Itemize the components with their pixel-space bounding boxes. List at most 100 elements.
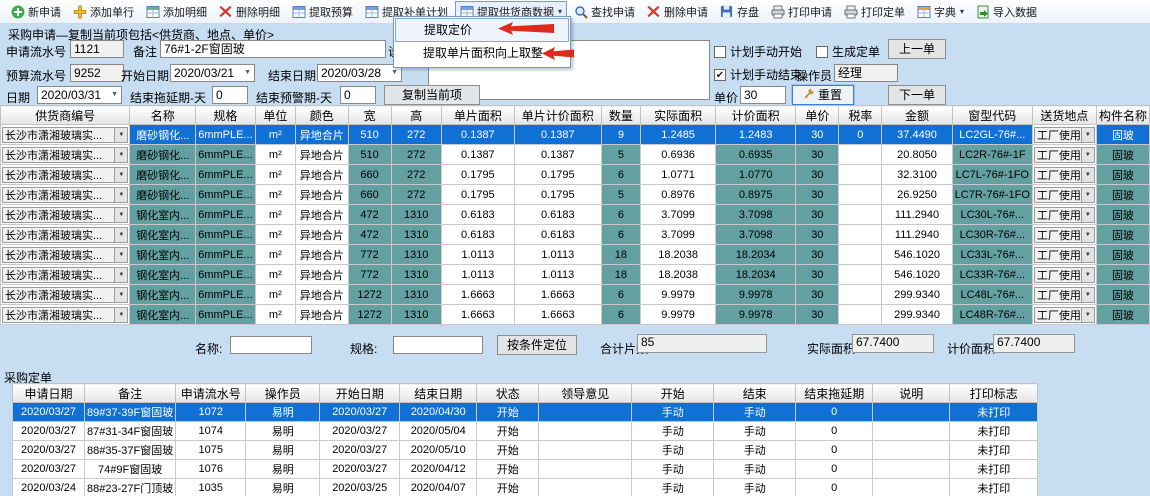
cell[interactable]: m² (255, 225, 295, 245)
cell[interactable]: 87#31-34F窗固玻 (85, 422, 176, 441)
cell[interactable] (839, 165, 882, 185)
cell[interactable]: 5 (601, 185, 641, 205)
reset-button[interactable]: 重置 (792, 85, 854, 105)
cell[interactable]: 长沙市潇湘玻璃实...▼ (1, 305, 130, 325)
cell[interactable]: 2020/03/27 (320, 441, 400, 460)
chevron-down-icon[interactable]: ▼ (114, 248, 127, 262)
end-date-select[interactable]: 2020/03/28▼ (317, 64, 402, 82)
column-header[interactable]: 规格 (196, 106, 255, 125)
column-header[interactable]: 金额 (882, 106, 952, 125)
cell[interactable]: 开始 (477, 422, 539, 441)
note-field[interactable]: 76#1-2F窗固玻 (160, 40, 386, 58)
cell[interactable]: 2020/04/30 (400, 403, 477, 422)
manual-start-checkbox[interactable]: 计划手动开始 (714, 43, 802, 60)
cell[interactable]: 3.7098 (716, 225, 796, 245)
cell[interactable]: 易明 (246, 460, 320, 479)
cell[interactable]: 6mmPLE... (196, 265, 255, 285)
chevron-down-icon[interactable]: ▼ (1081, 268, 1094, 282)
cell[interactable]: 0.1387 (441, 125, 514, 145)
delete-request-button[interactable]: 删除申请 (642, 1, 713, 23)
cell[interactable]: 异地合片 (296, 305, 349, 325)
table-row[interactable]: 长沙市潇湘玻璃实...▼钢化室内...6mmPLE...m²异地合片772131… (1, 245, 1150, 265)
cell[interactable]: 异地合片 (296, 125, 349, 145)
cell[interactable]: 长沙市潇湘玻璃实...▼ (1, 185, 130, 205)
cell[interactable]: 异地合片 (296, 245, 349, 265)
cell[interactable]: 6mmPLE... (196, 285, 255, 305)
cell[interactable]: 手动 (714, 403, 796, 422)
cell[interactable]: 88#23-27F门顶玻 (85, 479, 176, 496)
cell[interactable]: 手动 (714, 422, 796, 441)
column-header[interactable]: 名称 (130, 106, 196, 125)
cell[interactable]: 1310 (391, 305, 441, 325)
cell[interactable]: 18.2038 (641, 265, 716, 285)
cell[interactable]: 9.9978 (716, 305, 796, 325)
cell[interactable]: 0.1387 (441, 145, 514, 165)
cell[interactable]: 1272 (348, 305, 391, 325)
cell[interactable]: 工厂使用▼ (1032, 125, 1096, 145)
cell[interactable]: 异地合片 (296, 225, 349, 245)
cell[interactable] (873, 422, 950, 441)
cell[interactable]: 0.8976 (641, 185, 716, 205)
table-row[interactable]: 2020/03/2774#9F窗固玻1076易明2020/03/272020/0… (13, 460, 1038, 479)
chevron-down-icon[interactable]: ▼ (1081, 128, 1094, 142)
cell[interactable]: 长沙市潇湘玻璃实...▼ (1, 285, 130, 305)
cell[interactable]: 长沙市潇湘玻璃实...▼ (1, 205, 130, 225)
cell[interactable]: 299.9340 (882, 305, 952, 325)
cell[interactable]: 手动 (714, 460, 796, 479)
chevron-down-icon[interactable]: ▼ (114, 148, 127, 162)
extract-budget-button[interactable]: 提取预算 (287, 1, 358, 23)
cell[interactable]: LC2GL-76#... (952, 125, 1032, 145)
locate-by-condition-button[interactable]: 按条件定位 (497, 335, 577, 355)
column-header[interactable]: 申请流水号 (176, 384, 246, 403)
cell[interactable]: 6mmPLE... (196, 225, 255, 245)
column-header[interactable]: 高 (391, 106, 441, 125)
cell[interactable]: 0.6183 (514, 205, 601, 225)
cell[interactable]: 2020/05/10 (400, 441, 477, 460)
chevron-down-icon[interactable]: ▼ (1081, 228, 1094, 242)
cell[interactable]: 1.6663 (441, 305, 514, 325)
table-row[interactable]: 2020/03/2789#37-39F窗固玻1072易明2020/03/2720… (13, 403, 1038, 422)
cell[interactable]: 772 (348, 265, 391, 285)
cell[interactable]: 易明 (246, 403, 320, 422)
cell[interactable] (873, 460, 950, 479)
manual-end-checkbox[interactable]: ✔计划手动结束 (714, 66, 802, 83)
cell[interactable]: 1310 (391, 265, 441, 285)
cell[interactable]: 工厂使用▼ (1032, 205, 1096, 225)
cell[interactable]: 0.6935 (716, 145, 796, 165)
cell[interactable]: 3.7099 (641, 205, 716, 225)
cell[interactable]: 18.2038 (641, 245, 716, 265)
cell[interactable]: 32.3100 (882, 165, 952, 185)
cell[interactable] (539, 403, 632, 422)
cell[interactable]: 固玻 (1096, 225, 1149, 245)
cell[interactable]: 272 (391, 125, 441, 145)
cell[interactable] (839, 245, 882, 265)
cell[interactable]: 6mmPLE... (196, 245, 255, 265)
cell[interactable]: 18 (601, 245, 641, 265)
print-order-button[interactable]: 打印定单 (839, 1, 910, 23)
cell[interactable]: 6mmPLE... (196, 165, 255, 185)
cell[interactable]: LC2R-76#-1F (952, 145, 1032, 165)
cell[interactable]: 固玻 (1096, 285, 1149, 305)
cell[interactable]: 工厂使用▼ (1032, 265, 1096, 285)
table-row[interactable]: 2020/03/2788#35-37F窗固玻1075易明2020/03/2720… (13, 441, 1038, 460)
cell[interactable]: 272 (391, 185, 441, 205)
operator-field[interactable]: 经理 (834, 64, 898, 82)
cell[interactable]: 1.2485 (641, 125, 716, 145)
cell[interactable]: 0.1795 (514, 185, 601, 205)
cell[interactable]: 472 (348, 205, 391, 225)
cell[interactable]: 9 (601, 125, 641, 145)
cell[interactable]: 1.0113 (441, 245, 514, 265)
table-row[interactable]: 长沙市潇湘玻璃实...▼钢化室内...6mmPLE...m²异地合片772131… (1, 265, 1150, 285)
chevron-down-icon[interactable]: ▼ (1081, 188, 1094, 202)
table-row[interactable]: 长沙市潇湘玻璃实...▼磨砂钢化...6mmPLE...m²异地合片510272… (1, 145, 1150, 165)
cell[interactable]: 272 (391, 145, 441, 165)
cell[interactable]: 2020/03/27 (13, 403, 85, 422)
next-order-button[interactable]: 下一单 (888, 85, 946, 105)
cell[interactable]: m² (255, 305, 295, 325)
cell[interactable]: 磨砂钢化... (130, 165, 196, 185)
cell[interactable]: 2020/03/27 (320, 460, 400, 479)
cell[interactable]: 钢化室内... (130, 245, 196, 265)
cell[interactable]: 开始 (477, 441, 539, 460)
cell[interactable]: 30 (796, 125, 839, 145)
cell[interactable]: 易明 (246, 441, 320, 460)
